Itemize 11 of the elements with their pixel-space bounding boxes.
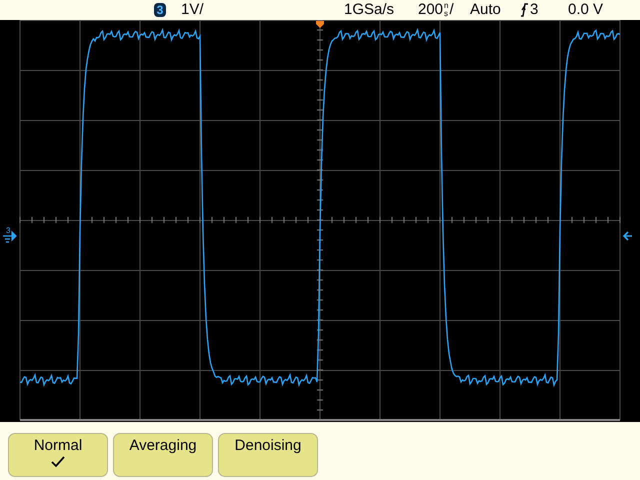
sample-rate: 1GSa/s: [344, 1, 394, 19]
rising-edge-icon: [520, 3, 528, 17]
vertical-scale: 1V/: [181, 1, 204, 19]
trigger-source: 3: [530, 1, 538, 19]
trigger-mode: Auto: [470, 1, 501, 19]
trigger-level: 0.0 V: [568, 1, 604, 19]
channel-badge: 3: [154, 3, 166, 17]
softkey[interactable]: Denoising: [218, 433, 318, 477]
trigger-level-arrow: [622, 231, 633, 241]
softkey[interactable]: Averaging: [113, 433, 213, 477]
softkey[interactable]: Normal: [8, 433, 108, 477]
